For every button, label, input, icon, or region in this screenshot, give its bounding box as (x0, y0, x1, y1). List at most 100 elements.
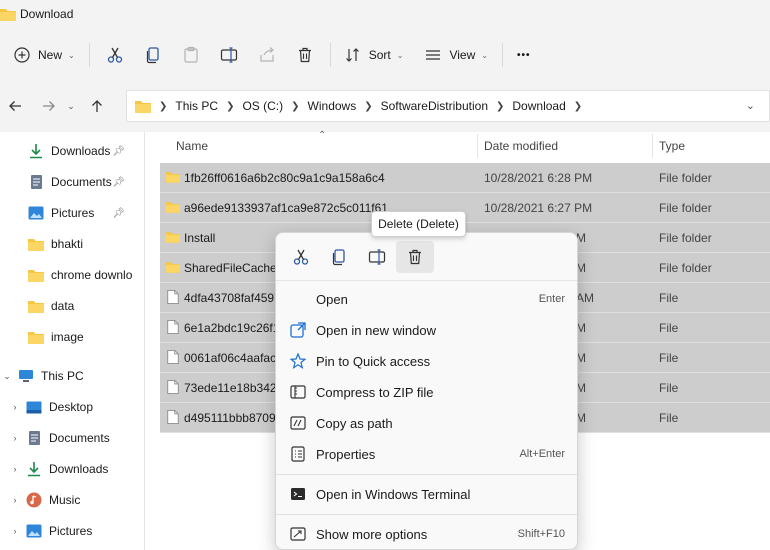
chevron-right-icon[interactable]: › (8, 495, 22, 505)
menu-item-compress-zip[interactable]: Compress to ZIP file (276, 377, 577, 407)
computer-icon (18, 368, 34, 384)
context-rename-button[interactable] (358, 241, 396, 273)
sidebar-item-chrome-downloads[interactable]: chrome downlo (0, 262, 145, 288)
arrow-left-icon (9, 101, 21, 111)
sidebar-item-documents[interactable]: Documents 📌︎ (0, 169, 145, 195)
sidebar-item-desktop[interactable]: › Desktop (0, 394, 145, 420)
sidebar-item-label: This PC (41, 369, 84, 383)
folder-icon (166, 172, 180, 183)
sort-button[interactable]: Sort ⌄ (337, 40, 412, 70)
chevron-down-icon: ⌄ (481, 50, 488, 60)
address-bar[interactable]: ❯ This PC ❯ OS (C:) ❯ Windows ❯ Software… (126, 90, 770, 122)
column-header-name[interactable]: Name (176, 132, 208, 160)
sidebar-item-label: Documents (51, 175, 112, 189)
delete-button[interactable] (286, 40, 324, 70)
menu-item-label: Show more options (316, 526, 428, 542)
new-window-icon (290, 322, 306, 338)
table-row[interactable]: 1fb26ff0616a6b2c80c9a1c9a158a6c4 10/28/2… (160, 163, 770, 193)
folder-icon (28, 329, 44, 345)
sidebar-item-image[interactable]: image (0, 324, 145, 350)
sort-ascending-icon: ⌃ (318, 130, 327, 141)
copy-icon (146, 47, 159, 64)
new-button[interactable]: New ⌄ (6, 40, 83, 70)
sidebar-item-data[interactable]: data (0, 293, 145, 319)
chevron-right-icon: ❯ (496, 100, 505, 112)
breadcrumb-os-c[interactable]: OS (C:) (242, 99, 283, 113)
breadcrumb-windows[interactable]: Windows (308, 99, 357, 113)
pictures-icon (28, 205, 44, 221)
paste-button[interactable] (172, 40, 210, 70)
address-history-chevron-icon[interactable]: ⌄ (746, 99, 755, 112)
sidebar-item-bhakti[interactable]: bhakti (0, 231, 145, 257)
cut-button[interactable] (96, 40, 134, 70)
copy-button[interactable] (134, 40, 172, 70)
file-type: File folder (659, 200, 712, 215)
chevron-right-icon[interactable]: › (8, 402, 22, 412)
tooltip-text: Delete (Delete) (378, 217, 459, 231)
chevron-right-icon[interactable]: › (8, 526, 22, 536)
more-button[interactable]: ••• (509, 40, 539, 70)
arrow-right-icon (43, 101, 55, 111)
sidebar-item-pc-downloads[interactable]: › Downloads (0, 456, 145, 482)
more-options-icon (290, 526, 306, 542)
documents-icon (28, 174, 44, 190)
menu-item-copy-as-path[interactable]: Copy as path (276, 408, 577, 438)
file-date: 10/28/2021 6:27 PM (484, 200, 593, 215)
chevron-down-icon[interactable]: ⌄ (0, 371, 14, 382)
file-type: File (659, 320, 679, 335)
menu-item-open-new-window[interactable]: Open in new window (276, 315, 577, 345)
copy-icon (332, 248, 345, 265)
up-button[interactable] (84, 91, 110, 121)
column-header-date[interactable]: Date modified (484, 132, 558, 160)
column-header-type[interactable]: Type (659, 132, 685, 160)
file-icon (167, 380, 179, 394)
breadcrumb-softwaredistribution[interactable]: SoftwareDistribution (381, 99, 488, 113)
sort-icon (345, 48, 359, 62)
sidebar-item-this-pc[interactable]: ⌄ This PC (0, 363, 145, 389)
menu-item-show-more-options[interactable]: Show more options Shift+F10 (276, 519, 577, 549)
context-copy-button[interactable] (320, 241, 358, 273)
file-name: 73ede11e18b3425 (184, 380, 276, 395)
menu-item-open[interactable]: Open Enter (276, 284, 577, 314)
sidebar-item-downloads[interactable]: Downloads 📌︎ (0, 138, 145, 164)
file-name: d495111bbb8709e (184, 410, 276, 425)
sidebar-item-label: Downloads (49, 462, 109, 476)
navigation-pane: Downloads 📌︎ Documents 📌︎ Pictures 📌︎ bh… (0, 132, 145, 550)
breadcrumb-this-pc[interactable]: This PC (175, 99, 218, 113)
context-delete-button[interactable] (396, 240, 434, 273)
file-type: File folder (659, 260, 712, 275)
share-button[interactable] (248, 40, 286, 70)
menu-item-properties[interactable]: Properties Alt+Enter (276, 439, 577, 469)
sidebar-item-pc-pictures[interactable]: › Pictures (0, 518, 145, 544)
chevron-right-icon[interactable]: › (8, 464, 22, 474)
menu-item-label: Open in new window (316, 322, 436, 338)
sidebar-item-pc-documents[interactable]: › Documents (0, 425, 145, 451)
rename-button[interactable] (210, 40, 248, 70)
rename-icon (220, 47, 237, 63)
file-name: Install (184, 230, 216, 245)
menu-separator (276, 514, 577, 515)
back-button[interactable] (2, 91, 28, 121)
breadcrumb-download[interactable]: Download (512, 99, 565, 113)
desktop-icon (26, 399, 42, 415)
menu-item-open-terminal[interactable]: Open in Windows Terminal (276, 479, 577, 509)
recent-locations-button[interactable]: ⌄ (62, 91, 80, 121)
file-name: 6e1a2bdc19c26f1! (184, 320, 276, 335)
sidebar-item-pictures[interactable]: Pictures 📌︎ (0, 200, 145, 226)
menu-item-shortcut: Enter (538, 293, 565, 305)
view-button[interactable]: View ⌄ (417, 40, 496, 70)
sidebar-item-music[interactable]: › Music (0, 487, 145, 513)
context-cut-button[interactable] (282, 241, 320, 273)
context-menu: Open Enter Open in new window Pin to Qui… (275, 232, 578, 550)
column-divider[interactable] (477, 134, 478, 158)
trash-icon (409, 249, 421, 264)
plus-circle-icon (14, 47, 30, 63)
sidebar-item-label: Downloads (51, 144, 111, 158)
menu-item-pin-quick-access[interactable]: Pin to Quick access (276, 346, 577, 376)
column-divider[interactable] (652, 134, 653, 158)
forward-button[interactable] (36, 91, 62, 121)
chevron-right-icon: ❯ (291, 100, 300, 112)
column-header-label: Type (659, 139, 686, 153)
more-icon: ••• (516, 49, 531, 61)
chevron-right-icon[interactable]: › (8, 433, 22, 443)
